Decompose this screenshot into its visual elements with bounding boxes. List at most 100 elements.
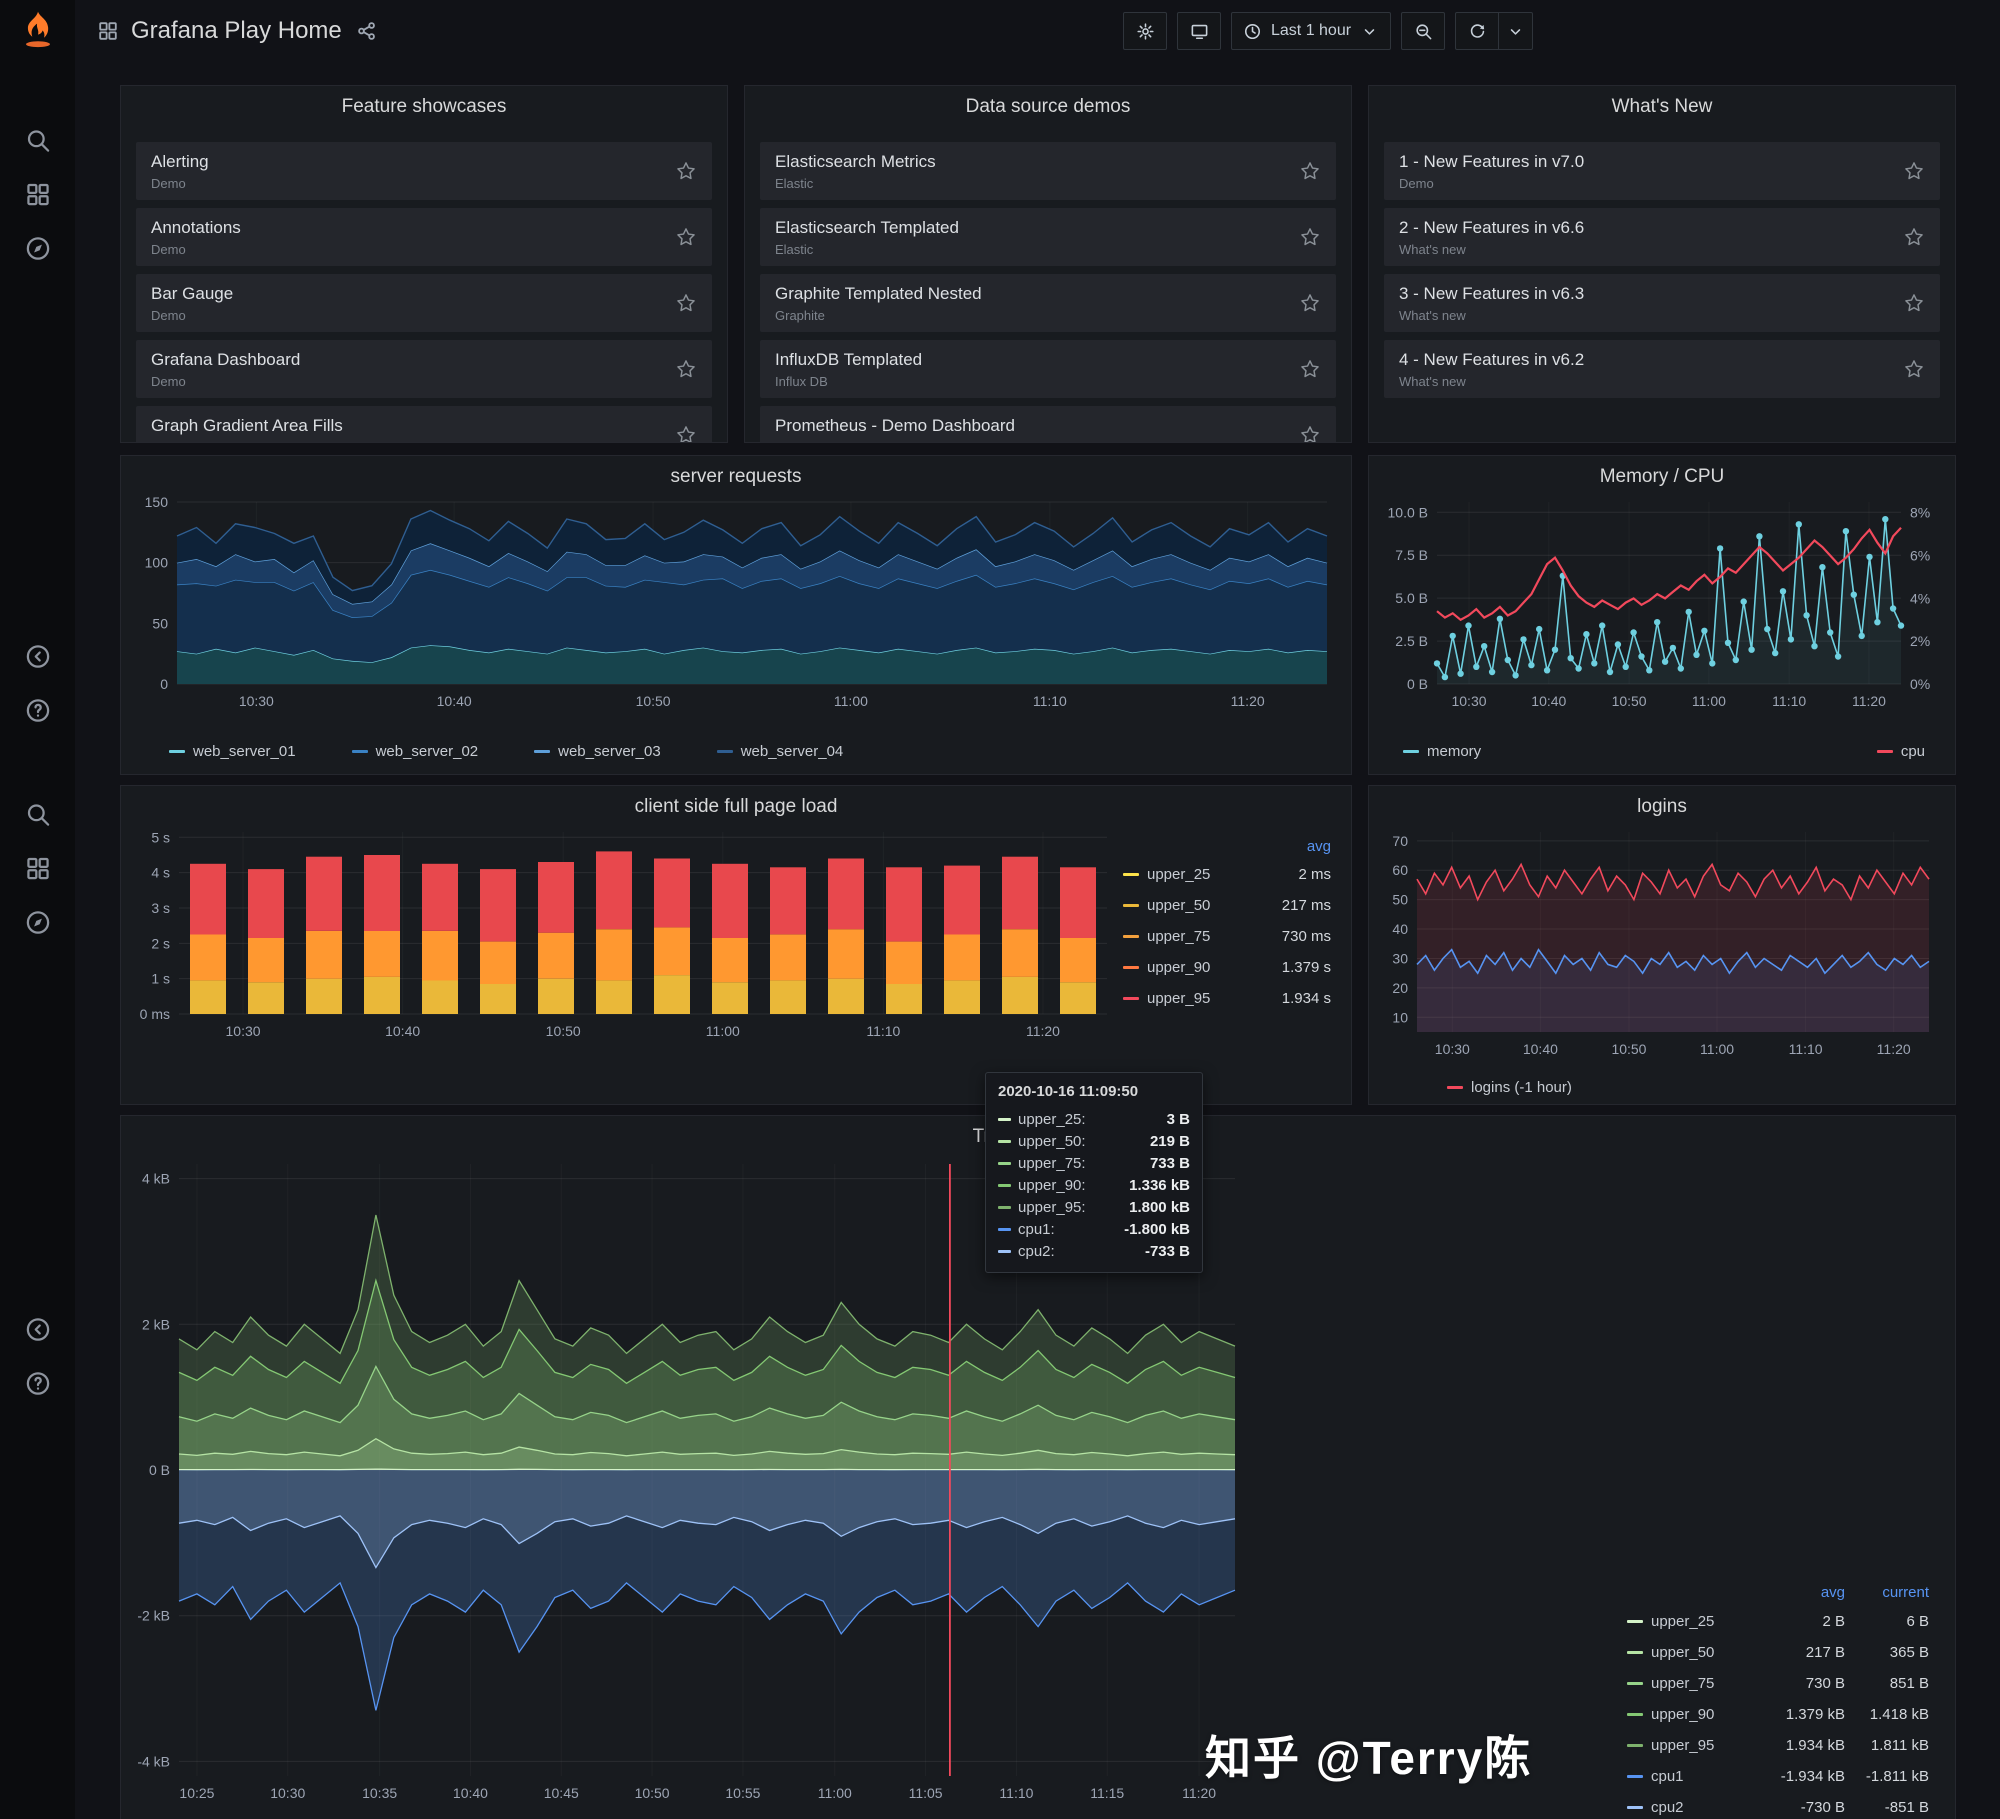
settings-button[interactable]: [1123, 12, 1167, 50]
star-icon[interactable]: [1903, 292, 1925, 314]
time-range-picker[interactable]: Last 1 hour: [1231, 12, 1391, 50]
sign-in-icon[interactable]: [24, 643, 51, 670]
svg-text:11:20: 11:20: [1877, 1041, 1911, 1057]
zoom-out-button[interactable]: [1401, 12, 1445, 50]
list-item[interactable]: Graphite Templated NestedGraphite: [760, 274, 1336, 332]
list-item[interactable]: AlertingDemo: [136, 142, 712, 200]
refresh-interval-caret[interactable]: [1499, 12, 1533, 50]
legend-item[interactable]: upper_951.934 s: [1123, 983, 1331, 1014]
dashboards-icon[interactable]: [24, 181, 51, 208]
list-item[interactable]: 2 - New Features in v6.6What's new: [1384, 208, 1940, 266]
star-icon[interactable]: [1903, 358, 1925, 380]
legend-item[interactable]: web_server_03: [534, 743, 661, 760]
legend-item[interactable]: web_server_04: [717, 743, 844, 760]
legend-item[interactable]: logins (-1 hour): [1447, 1079, 1572, 1096]
star-icon[interactable]: [1903, 226, 1925, 248]
panel-title[interactable]: Memory / CPU: [1369, 462, 1955, 492]
list-item[interactable]: Bar GaugeDemo: [136, 274, 712, 332]
star-icon[interactable]: [1299, 424, 1321, 443]
tv-mode-button[interactable]: [1177, 12, 1221, 50]
panel-title[interactable]: server requests: [121, 462, 1351, 492]
list-item[interactable]: 4 - New Features in v6.2What's new: [1384, 340, 1940, 398]
dashboard-list: Elasticsearch MetricsElastic Elasticsear…: [760, 142, 1336, 443]
list-item-title: InfluxDB Templated: [775, 350, 1299, 370]
legend-item: cpu1-1.934 kB-1.811 kB: [1627, 1761, 1929, 1792]
search-icon[interactable]: [24, 801, 51, 828]
legend-item[interactable]: upper_252 ms: [1123, 859, 1331, 890]
panel-title[interactable]: client side full page load: [121, 792, 1351, 822]
panel-title[interactable]: logins: [1369, 792, 1955, 822]
svg-text:10:50: 10:50: [1612, 693, 1647, 709]
list-item-subtitle: Demo: [151, 242, 675, 257]
star-icon[interactable]: [1903, 160, 1925, 182]
svg-text:4%: 4%: [1910, 590, 1930, 606]
list-item[interactable]: Graph Gradient Area FillsDemo: [136, 406, 712, 443]
dashboard-grid-icon[interactable]: [97, 20, 119, 42]
list-item[interactable]: Annotations Demo: [136, 208, 712, 266]
list-item-title: Graphite Templated Nested: [775, 284, 1299, 304]
legend-item[interactable]: memory: [1403, 743, 1481, 760]
star-icon[interactable]: [675, 424, 697, 443]
explore-compass-icon[interactable]: [24, 909, 51, 936]
legend-item[interactable]: web_server_01: [169, 743, 296, 760]
star-icon[interactable]: [675, 358, 697, 380]
star-icon[interactable]: [1299, 358, 1321, 380]
legend-item: upper_252 B6 B: [1627, 1606, 1929, 1637]
share-icon[interactable]: [356, 20, 378, 42]
legend-item: upper_901.379 kB1.418 kB: [1627, 1699, 1929, 1730]
legend-item: upper_75730 B851 B: [1627, 1668, 1929, 1699]
memory-cpu-chart[interactable]: 0 B2.5 B5.0 B7.5 B10.0 B0%2%4%6%8%10:301…: [1377, 492, 1947, 714]
list-item-title: 4 - New Features in v6.2: [1399, 350, 1903, 370]
svg-text:70: 70: [1392, 833, 1408, 849]
star-icon[interactable]: [675, 292, 697, 314]
svg-text:10:30: 10:30: [239, 693, 274, 709]
svg-text:1 s: 1 s: [151, 971, 170, 987]
panel-title[interactable]: What's New: [1369, 92, 1955, 122]
list-item-title: Annotations: [151, 218, 675, 238]
svg-text:10:50: 10:50: [635, 1785, 670, 1801]
legend-item: upper_50217 B365 B: [1627, 1637, 1929, 1668]
svg-text:11:20: 11:20: [1026, 1023, 1060, 1039]
panel-title[interactable]: Feature showcases: [121, 92, 727, 122]
help-icon[interactable]: [24, 697, 51, 724]
help-icon[interactable]: [24, 1370, 51, 1397]
list-item[interactable]: Elasticsearch MetricsElastic: [760, 142, 1336, 200]
list-item[interactable]: Prometheus - Demo DashboardPrometheus: [760, 406, 1336, 443]
legend-item[interactable]: web_server_02: [352, 743, 479, 760]
panel-title[interactable]: Data source demos: [745, 92, 1351, 122]
refresh-button[interactable]: [1455, 12, 1499, 50]
logins-chart[interactable]: 1020304050607010:3010:4010:5011:0011:101…: [1377, 822, 1947, 1062]
grafana-logo[interactable]: [16, 8, 60, 52]
svg-text:60: 60: [1392, 862, 1408, 878]
sign-in-icon[interactable]: [24, 1316, 51, 1343]
legend-item[interactable]: cpu: [1877, 743, 1925, 760]
svg-text:10:40: 10:40: [385, 1023, 420, 1039]
star-icon[interactable]: [1299, 292, 1321, 314]
tooltip-row: upper_95:1.800 kB: [998, 1196, 1190, 1218]
star-icon[interactable]: [675, 160, 697, 182]
list-item-title: 1 - New Features in v7.0: [1399, 152, 1903, 172]
server-requests-chart[interactable]: 05010015010:3010:4010:5011:0011:1011:20: [129, 492, 1343, 714]
star-icon[interactable]: [675, 226, 697, 248]
panel-data-source-demos: Data source demos Elasticsearch MetricsE…: [744, 85, 1352, 443]
app-root: Grafana Play Home Last 1 hour Feature sh…: [0, 0, 2000, 1819]
list-item[interactable]: Elasticsearch TemplatedElastic: [760, 208, 1336, 266]
svg-text:40: 40: [1392, 921, 1408, 937]
svg-text:2 kB: 2 kB: [142, 1316, 170, 1332]
dashboards-icon[interactable]: [24, 855, 51, 882]
legend-item[interactable]: upper_75730 ms: [1123, 921, 1331, 952]
list-item[interactable]: 3 - New Features in v6.3What's new: [1384, 274, 1940, 332]
legend-item[interactable]: upper_50217 ms: [1123, 890, 1331, 921]
list-item[interactable]: 1 - New Features in v7.0Demo: [1384, 142, 1940, 200]
legend-item[interactable]: upper_901.379 s: [1123, 952, 1331, 983]
svg-text:100: 100: [145, 555, 169, 571]
star-icon[interactable]: [1299, 226, 1321, 248]
explore-compass-icon[interactable]: [24, 235, 51, 262]
page-load-chart[interactable]: 0 ms1 s2 s3 s4 s5 s10:3010:4010:5011:001…: [129, 822, 1115, 1044]
star-icon[interactable]: [1299, 160, 1321, 182]
search-icon[interactable]: [24, 127, 51, 154]
list-item[interactable]: InfluxDB TemplatedInflux DB: [760, 340, 1336, 398]
list-item[interactable]: Grafana DashboardDemo: [136, 340, 712, 398]
svg-text:10:55: 10:55: [725, 1785, 760, 1801]
graph-legend: web_server_01 web_server_02 web_server_0…: [169, 743, 843, 760]
